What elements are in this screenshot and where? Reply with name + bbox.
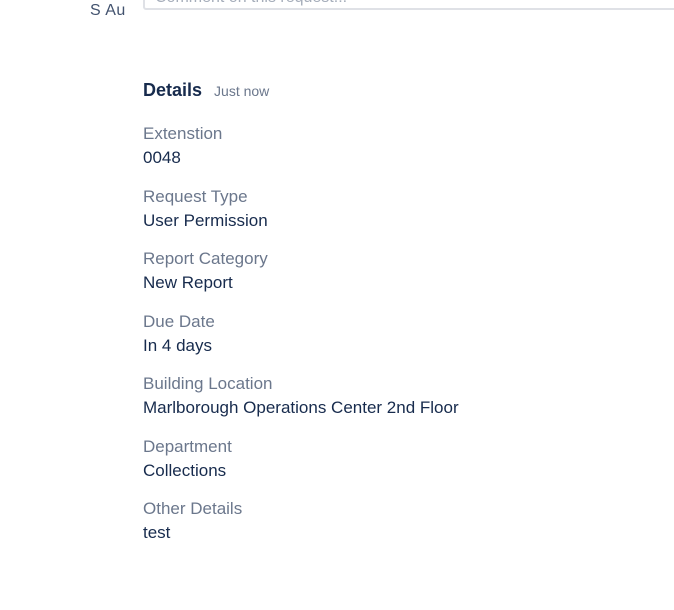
field-other-details: Other Details test — [143, 497, 663, 560]
field-value: New Report — [143, 273, 233, 292]
details-timestamp: Just now — [214, 83, 270, 99]
field-label: Extenstion — [143, 124, 223, 143]
field-label: Department — [143, 436, 232, 456]
field-label: Report Category — [143, 249, 268, 268]
user-avatar-label: S Au — [90, 2, 126, 19]
comment-input[interactable]: Comment on this request... — [143, 0, 674, 10]
field-value: User Permission — [143, 210, 268, 230]
details-section: Details Just now Extenstion 0048 Request… — [143, 80, 663, 560]
field-label: Other Details — [143, 499, 243, 518]
request-page: S Au Comment on this request... Details … — [0, 0, 674, 610]
field-value: Collections — [143, 460, 227, 480]
field-label: Due Date — [143, 311, 215, 331]
field-due-date: Due Date In 4 days — [143, 310, 663, 373]
details-title: Details — [143, 80, 203, 100]
field-report-category: Report Category New Report — [143, 247, 663, 310]
field-request-type: Request Type User Permission — [143, 185, 663, 248]
field-extension: Extenstion 0048 — [143, 122, 663, 185]
field-value: In 4 days — [143, 335, 212, 355]
field-value: 0048 — [143, 148, 181, 167]
field-value: test — [143, 523, 171, 542]
field-label: Request Type — [143, 186, 248, 206]
field-department: Department Collections — [143, 435, 663, 498]
field-value: Marlborough Operations Center 2nd Floor — [143, 398, 459, 417]
details-header: Details Just now — [143, 80, 663, 106]
field-label: Building Location — [143, 374, 273, 393]
field-building-location: Building Location Marlborough Operations… — [143, 372, 663, 435]
